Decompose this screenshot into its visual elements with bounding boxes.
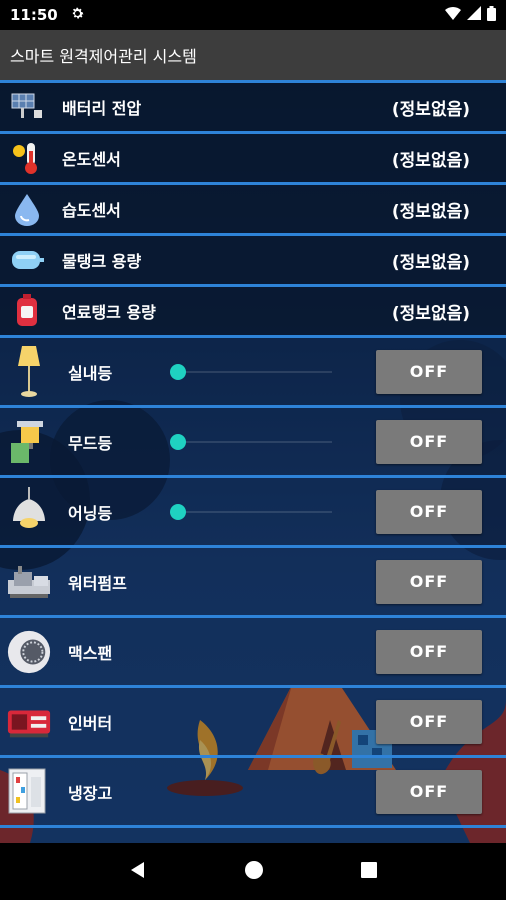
slider-thumb[interactable] xyxy=(170,363,186,380)
control-row-partial xyxy=(0,825,506,843)
sensor-value: (정보없음) xyxy=(391,252,470,273)
control-label: 인버터 xyxy=(68,713,113,733)
control-row-mood-light: 무드등 OFF xyxy=(0,405,506,475)
sensor-value: (정보없음) xyxy=(391,303,470,324)
sensor-row-humidity: 습도센서 (정보없음) xyxy=(0,182,506,233)
control-label: 어닝등 xyxy=(68,503,113,523)
floor-lamp-icon xyxy=(6,345,52,397)
sensor-label: 습도센서 xyxy=(62,201,121,220)
slider-thumb[interactable] xyxy=(170,503,186,520)
sensor-value: (정보없음) xyxy=(391,150,470,171)
control-row-refrigerator: 냉장고 OFF xyxy=(0,755,506,825)
slider-thumb[interactable] xyxy=(170,433,186,450)
main-content: 배터리 전압 (정보없음) 온도센서 (정보없음) 습도센서 (정보없음) 물탱… xyxy=(0,80,506,843)
water-tank-icon xyxy=(10,243,44,277)
sensor-row-fuel-tank: 연료탱크 용량 (정보없음) xyxy=(0,284,506,335)
toggle-button[interactable]: OFF xyxy=(376,489,482,534)
pendant-lamp-icon xyxy=(6,486,52,537)
control-row-water-pump: 워터펌프 OFF xyxy=(0,545,506,615)
status-time: 11:50 xyxy=(10,6,58,24)
toggle-button[interactable]: OFF xyxy=(376,769,482,814)
toggle-button[interactable]: OFF xyxy=(376,699,482,744)
signal-icon xyxy=(467,6,481,24)
toggle-button[interactable]: OFF xyxy=(376,559,482,604)
app-title: 스마트 원격제어관리 시스템 xyxy=(10,47,197,66)
home-icon[interactable] xyxy=(244,860,264,884)
sensor-row-battery: 배터리 전압 (정보없음) xyxy=(0,80,506,131)
sensor-label: 물탱크 용량 xyxy=(62,252,142,271)
toggle-button[interactable]: OFF xyxy=(376,629,482,674)
battery-icon xyxy=(487,5,496,25)
control-label: 무드등 xyxy=(68,433,113,453)
refrigerator-icon xyxy=(6,767,52,817)
control-label: 워터펌프 xyxy=(68,573,127,593)
sensor-value: (정보없음) xyxy=(391,201,470,222)
water-pump-icon xyxy=(6,557,52,607)
sensor-label: 온도센서 xyxy=(62,150,121,169)
back-icon[interactable] xyxy=(128,860,148,884)
toggle-button[interactable]: OFF xyxy=(376,349,482,394)
sensor-row-water-tank: 물탱크 용량 (정보없음) xyxy=(0,233,506,284)
dimmer-slider[interactable] xyxy=(170,433,332,450)
water-drop-icon xyxy=(10,192,44,226)
toggle-button[interactable]: OFF xyxy=(376,419,482,464)
sensor-row-temperature: 온도센서 (정보없음) xyxy=(0,131,506,182)
inverter-icon xyxy=(6,697,52,747)
fan-icon xyxy=(6,627,52,677)
mood-lamp-icon xyxy=(6,417,52,467)
sensor-label: 배터리 전압 xyxy=(62,99,142,118)
sensor-value: (정보없음) xyxy=(391,99,470,120)
control-row-max-fan: 맥스팬 OFF xyxy=(0,615,506,685)
app-bar: 스마트 원격제어관리 시스템 xyxy=(0,30,506,80)
sensor-label: 연료탱크 용량 xyxy=(62,303,156,322)
control-label: 실내등 xyxy=(68,363,113,383)
gear-icon xyxy=(70,6,85,25)
recents-icon[interactable] xyxy=(360,861,378,883)
status-bar: 11:50 xyxy=(0,0,506,30)
fuel-tank-icon xyxy=(10,294,44,328)
solar-panel-icon xyxy=(10,90,44,124)
system-nav-bar xyxy=(0,843,506,900)
wifi-icon xyxy=(445,6,461,24)
control-label: 냉장고 xyxy=(68,783,113,803)
control-label: 맥스팬 xyxy=(68,643,113,663)
thermometer-icon xyxy=(10,141,44,175)
dimmer-slider[interactable] xyxy=(170,503,332,520)
control-row-awning-light: 어닝등 OFF xyxy=(0,475,506,545)
control-row-inverter: 인버터 OFF xyxy=(0,685,506,755)
control-row-indoor-light: 실내등 OFF xyxy=(0,335,506,405)
dimmer-slider[interactable] xyxy=(170,363,332,380)
